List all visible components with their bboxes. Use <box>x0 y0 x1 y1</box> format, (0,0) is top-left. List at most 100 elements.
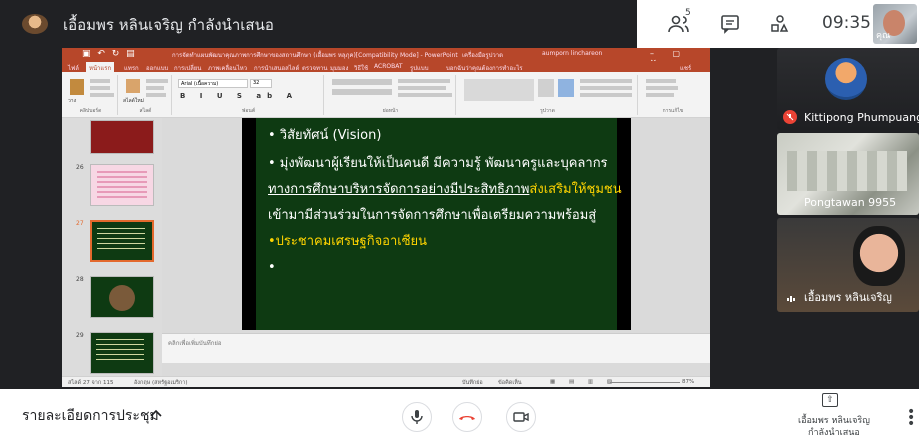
slide-bullet-vision: • วิสัยทัศน์ (Vision) <box>268 128 382 143</box>
phone-hangup-icon <box>459 416 475 420</box>
font-group: Arial (เนื้อความ) 32 B I U S ab A ฟอนต์ <box>174 75 324 115</box>
powerpoint-titlebar: ▣ ↶ ↻ ▤ การจัดทำแผนพัฒนาคุณภาพการศึกษาขอ… <box>62 48 710 67</box>
layout-icon[interactable] <box>146 79 168 83</box>
drawing-tools-label: เครื่องมือรูปวาด <box>462 52 504 59</box>
participant-video-background <box>787 151 907 191</box>
slide-thumbnail[interactable] <box>90 332 154 374</box>
participant-name: Kittipong Phumpuang <box>804 111 919 124</box>
view-buttons[interactable]: ▦ ▤ ▥ ▧ <box>550 379 618 385</box>
quick-access-icons[interactable]: ▣ ↶ ↻ ▤ <box>82 49 137 59</box>
status-comments-button[interactable]: ข้อคิดเห็น <box>498 379 522 387</box>
participant-tile[interactable]: เอื้อมพร หลินเจริญ <box>777 218 919 312</box>
list-buttons[interactable] <box>332 79 392 85</box>
format-painter-icon[interactable] <box>90 93 114 97</box>
powerpoint-body: 26 27 28 29 • วิสัยทัศน์ (Vision) • มุ่ง… <box>62 118 710 376</box>
section-icon[interactable] <box>146 93 166 97</box>
status-zoom[interactable]: 87% <box>682 379 694 385</box>
clipboard-label: คลิปบอร์ด <box>79 108 102 114</box>
arrange-icon[interactable] <box>538 79 554 97</box>
slide-thumbnail[interactable] <box>90 120 154 154</box>
slide-thumbnail-number: 28 <box>76 276 84 283</box>
speaking-indicator-icon <box>787 288 795 302</box>
cut-icon[interactable] <box>90 79 110 83</box>
participant-tile[interactable]: Pongtawan 9955 <box>777 133 919 215</box>
camera-button[interactable] <box>506 402 536 432</box>
new-slide-icon[interactable] <box>126 79 140 93</box>
slides-label: สไลด์ <box>139 108 152 114</box>
slide-empty-bullet: • <box>268 260 276 275</box>
activities-button[interactable] <box>768 12 792 36</box>
mic-off-icon <box>783 110 797 124</box>
participant-avatar <box>825 58 867 100</box>
more-options-icon[interactable]: • • • <box>907 405 915 431</box>
font-format-buttons[interactable]: B I U S ab A <box>180 92 298 100</box>
drawing-label: รูปวาด <box>540 108 555 114</box>
user-name: aumporn linchareon <box>542 50 603 57</box>
slide-thumbnail[interactable] <box>90 164 154 206</box>
zoom-slider[interactable] <box>610 382 680 383</box>
status-language: อังกฤษ (สหรัฐอเมริกา) <box>134 380 188 386</box>
tab-acrobat[interactable]: ACROBAT <box>374 63 403 70</box>
quick-styles-icon[interactable] <box>558 79 574 97</box>
clock-time: 09:35 <box>822 13 871 33</box>
ribbon-tabs: ไฟล์ หน้าแรก แทรก ออกแบบ การเปลี่ยน ภาพเ… <box>62 61 710 74</box>
status-slide-count: สไลด์ 27 จาก 115 <box>68 380 114 386</box>
ribbon: วาง คลิปบอร์ด สไลด์ใหม่ สไลด์ Arial (เนื… <box>62 72 710 118</box>
font-size-select[interactable]: 32 <box>250 79 272 88</box>
editing-group: การแก้ไข <box>640 75 706 115</box>
paste-icon[interactable] <box>70 79 84 95</box>
participant-name: Pongtawan 9955 <box>804 196 897 209</box>
self-video-thumbnail[interactable]: คุณ <box>873 4 917 44</box>
font-name-select[interactable]: Arial (เนื้อความ) <box>178 79 248 88</box>
chevron-up-icon[interactable] <box>150 405 162 421</box>
status-notes-button[interactable]: บันทึกย่อ <box>462 379 483 387</box>
font-label: ฟอนต์ <box>241 108 256 114</box>
paragraph-group: ย่อหน้า <box>326 75 456 115</box>
paste-label: วาง <box>68 98 77 104</box>
slide-text-line: ทางการศึกษาบริหารจัดการอย่างมีประสิทธิภา… <box>268 181 622 198</box>
notes-placeholder: คลิกเพื่อเพิ่มบันทึกย่อ <box>168 340 222 347</box>
meeting-details-button[interactable]: รายละเอียดการประชุม <box>22 405 159 427</box>
slide-text-line: •ประชาคมเศรษฐกิจอาเซียน <box>268 234 428 249</box>
microphone-icon <box>411 410 423 424</box>
slide-bullet-mission: • มุ่งพัฒนาผู้เรียนให้เป็นคนดี มีความรู้… <box>268 156 608 171</box>
notes-pane[interactable]: คลิกเพื่อเพิ่มบันทึกย่อ <box>162 333 710 363</box>
slide-text-line: เข้ามามีส่วนร่วมในการจัดการศึกษาเพื่อเตร… <box>268 208 597 223</box>
smartart-button[interactable] <box>398 93 452 97</box>
replace-button[interactable] <box>646 86 678 90</box>
text-direction-button[interactable] <box>398 79 450 83</box>
find-button[interactable] <box>646 79 676 83</box>
hang-up-button[interactable] <box>452 402 482 432</box>
microphone-button[interactable] <box>402 402 432 432</box>
video-camera-icon <box>513 412 529 422</box>
slides-group: สไลด์ใหม่ สไลด์ <box>120 75 172 115</box>
participant-face <box>853 226 905 286</box>
presenter-title: เอื้อมพร หลินเจริญ กำลังนำเสนอ <box>63 16 274 34</box>
shape-outline-button[interactable] <box>580 86 632 90</box>
slide-editor: • วิสัยทัศน์ (Vision) • มุ่งพัฒนาผู้เรีย… <box>162 118 710 376</box>
copy-icon[interactable] <box>90 86 110 90</box>
chat-icon <box>721 15 739 34</box>
shapes-gallery[interactable] <box>464 79 534 101</box>
slide-thumbnail[interactable] <box>90 276 154 318</box>
powerpoint-statusbar: สไลด์ 27 จาก 115 อังกฤษ (สหรัฐอเมริกา) บ… <box>62 376 710 387</box>
self-label: คุณ <box>876 31 891 41</box>
editing-label: การแก้ไข <box>662 108 684 114</box>
shape-effects-button[interactable] <box>580 93 632 97</box>
current-slide[interactable]: • วิสัยทัศน์ (Vision) • มุ่งพัฒนาผู้เรีย… <box>242 118 631 330</box>
presenter-avatar <box>22 14 48 34</box>
present-now-icon[interactable]: ⇧ <box>822 393 838 407</box>
slide-thumbnail-selected[interactable] <box>90 220 154 262</box>
participant-tile[interactable]: Kittipong Phumpuang <box>777 48 919 130</box>
align-buttons[interactable] <box>332 89 392 95</box>
chat-button[interactable] <box>718 12 742 36</box>
new-slide-label: สไลด์ใหม่ <box>123 98 144 104</box>
reset-icon[interactable] <box>146 86 164 90</box>
shape-fill-button[interactable] <box>580 79 632 83</box>
select-button[interactable] <box>646 93 674 97</box>
meet-window: เอื้อมพร หลินเจริญ กำลังนำเสนอ 5 09:35 ค… <box>0 0 919 444</box>
slide-thumbnail-number: 26 <box>76 164 84 171</box>
participants-count: 5 <box>685 8 691 18</box>
bottom-bar: รายละเอียดการประชุม ⇧ เอื้อมพร หลินเจริญ… <box>0 389 919 444</box>
align-text-button[interactable] <box>398 86 446 90</box>
